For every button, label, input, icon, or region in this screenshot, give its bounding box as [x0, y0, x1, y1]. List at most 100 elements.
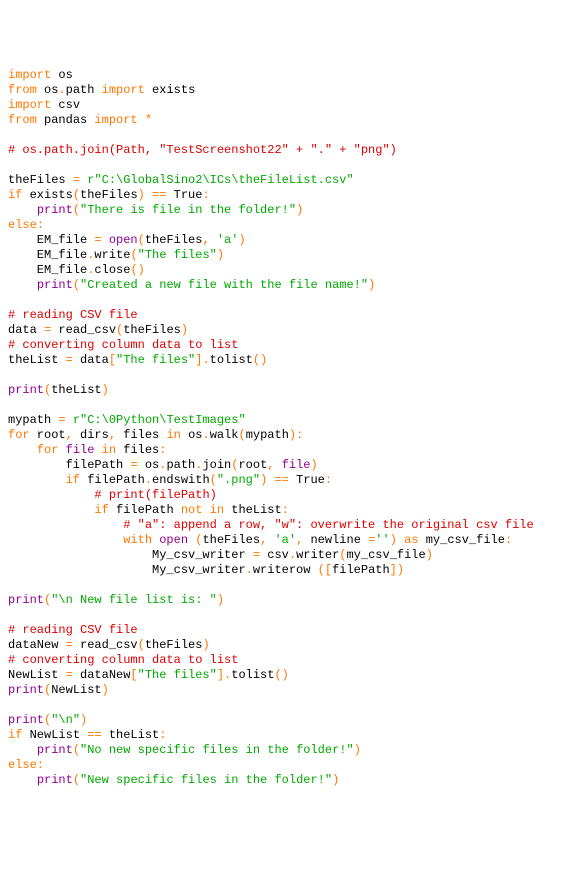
code-token [8, 488, 94, 502]
code-token: == [274, 473, 288, 487]
code-token: dirs [73, 428, 109, 442]
code-token: ( [138, 638, 145, 652]
code-token: walk [210, 428, 239, 442]
code-token: "No new specific files in the folder!" [80, 743, 354, 757]
code-token: print [8, 593, 44, 607]
code-token: . [289, 548, 296, 562]
code-token: ) [426, 548, 433, 562]
code-token: print [37, 773, 73, 787]
code-token: = [130, 458, 137, 472]
code-token [8, 503, 94, 517]
code-token: NewList [51, 683, 101, 697]
code-token: == [152, 188, 166, 202]
code-token: else [8, 758, 37, 772]
code-token: EM_file [8, 263, 87, 277]
code-token: My_csv_writer [8, 548, 253, 562]
code-token: = [66, 668, 73, 682]
code-token: exists [22, 188, 72, 202]
code-token: . [145, 473, 152, 487]
code-token: ( [73, 188, 80, 202]
code-token: ([ [318, 563, 332, 577]
code-token: . [246, 563, 253, 577]
code-token: os [37, 83, 59, 97]
code-token: "\n New file list is: " [51, 593, 217, 607]
code-token [8, 773, 37, 787]
code-token: theList [8, 353, 66, 367]
code-token: "The files" [138, 248, 217, 262]
code-token: file [66, 443, 95, 457]
code-token: NewList [8, 668, 66, 682]
code-token: data [8, 323, 44, 337]
code-token: os [181, 428, 203, 442]
code-token: () [253, 353, 267, 367]
code-token: ( [73, 743, 80, 757]
code-token: ) [354, 743, 361, 757]
code-token [8, 743, 37, 757]
code-token: ( [73, 278, 80, 292]
code-token: . [58, 83, 65, 97]
code-token: # "a": append a row, "w": overwrite the … [123, 518, 533, 532]
code-token: print [8, 383, 44, 397]
code-token: as [404, 533, 418, 547]
code-token: close [94, 263, 130, 277]
code-token: theFiles [80, 188, 138, 202]
code-token [8, 533, 123, 547]
code-token [66, 413, 73, 427]
code-token: from [8, 113, 37, 127]
code-token: with [123, 533, 152, 547]
code-token: r"C:\0Python\TestImages" [73, 413, 246, 427]
code-token: # print(filePath) [94, 488, 216, 502]
code-token: root [238, 458, 267, 472]
code-token: from [8, 83, 37, 97]
code-token: '' [375, 533, 389, 547]
code-token: if [8, 188, 22, 202]
code-token: in [102, 443, 116, 457]
code-token: if [66, 473, 80, 487]
code-token: files [116, 428, 166, 442]
code-token: for [8, 428, 30, 442]
code-token: : [202, 188, 209, 202]
code-token: ) [217, 593, 224, 607]
code-token: open [109, 233, 138, 247]
code-token: path [166, 458, 195, 472]
code-token: = [58, 413, 65, 427]
code-token [8, 203, 37, 217]
code-token: () [274, 668, 288, 682]
code-token: mypath [246, 428, 289, 442]
code-token: print [8, 683, 44, 697]
code-token: ) [311, 458, 318, 472]
code-token: "New specific files in the folder!" [80, 773, 332, 787]
code-token: theFiles [202, 533, 260, 547]
code-token: data [73, 353, 109, 367]
code-token: ( [130, 248, 137, 262]
code-token: # converting column data to list [8, 338, 238, 352]
code-token: ) [390, 533, 397, 547]
code-token: == [87, 728, 101, 742]
code-token: filePath [332, 563, 390, 577]
code-token: My_csv_writer [8, 563, 246, 577]
code-token: 'a' [217, 233, 239, 247]
code-token: exists [145, 83, 195, 97]
code-token: : [37, 218, 44, 232]
code-token: True [166, 188, 202, 202]
code-token: ) [181, 323, 188, 337]
code-token: ]) [390, 563, 404, 577]
code-token: EM_file [8, 248, 87, 262]
code-token: NewList [22, 728, 87, 742]
code-token: # converting column data to list [8, 653, 238, 667]
code-token: = [66, 638, 73, 652]
code-token: import [8, 68, 51, 82]
code-token: = [66, 353, 73, 367]
code-token: theFiles [8, 173, 73, 187]
code-token: read_csv [73, 638, 138, 652]
code-token: join [202, 458, 231, 472]
code-token [274, 458, 281, 472]
code-token: filePath [8, 458, 130, 472]
code-token: path [66, 83, 102, 97]
code-token: print [37, 203, 73, 217]
code-token: ): [289, 428, 303, 442]
code-token: "\n" [51, 713, 80, 727]
code-token: tolist [210, 353, 253, 367]
code-token: theFiles [145, 638, 203, 652]
code-token: dataNew [73, 668, 131, 682]
